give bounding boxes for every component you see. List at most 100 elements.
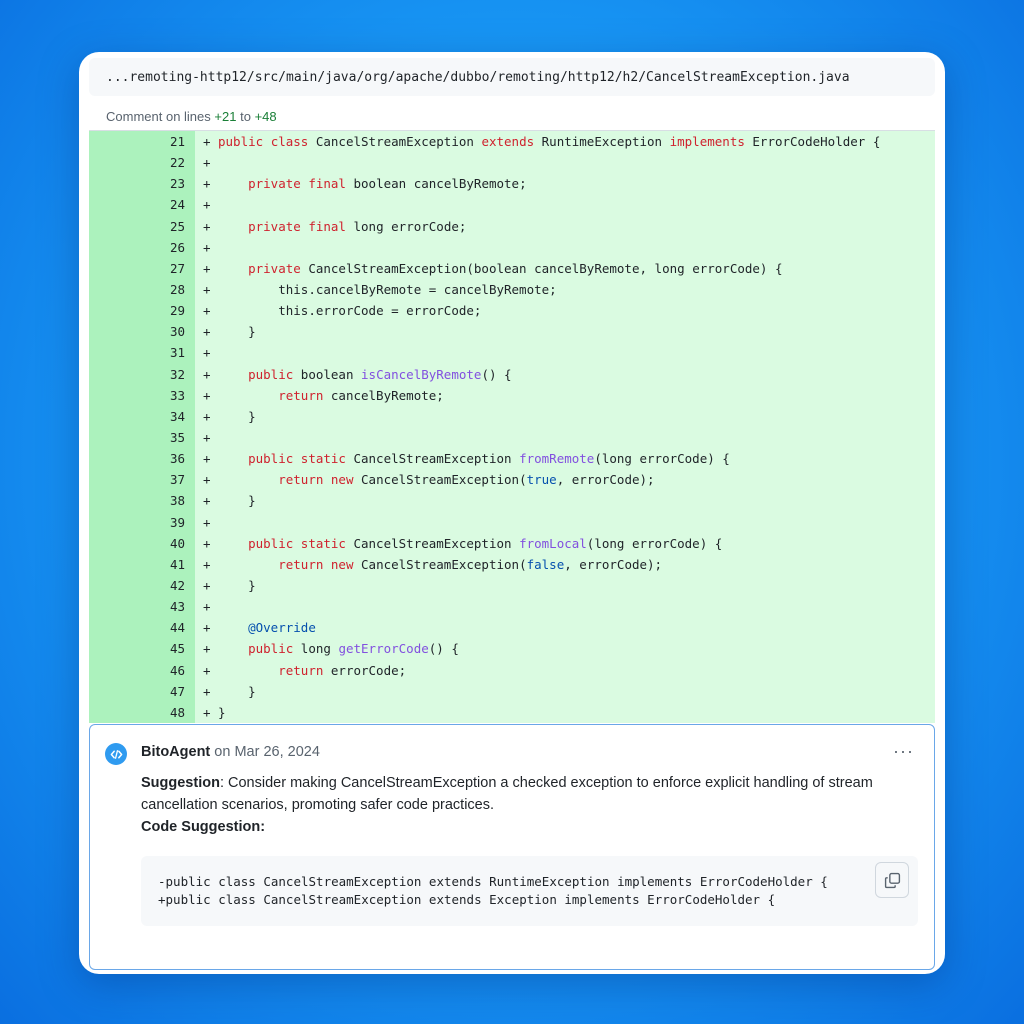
added-marker: +	[203, 134, 211, 150]
comment-range-joiner: to	[240, 108, 251, 124]
review-comment: BitoAgent on Mar 26, 2024 ··· Suggestion…	[89, 724, 935, 970]
diff-line[interactable]: 42 + }	[89, 575, 935, 596]
suggestion-label: Suggestion	[141, 775, 220, 791]
diff-line[interactable]: 25 + private final long errorCode;	[89, 216, 935, 237]
diff-line[interactable]: 44 + @Override	[89, 617, 935, 638]
diff-line[interactable]: 31 +	[89, 342, 935, 363]
line-number[interactable]: 23	[89, 176, 185, 191]
line-number[interactable]: 25	[89, 219, 185, 234]
diff-line[interactable]: 34 + }	[89, 406, 935, 427]
suggestion-text: : Consider making CancelStreamException …	[141, 775, 873, 813]
comment-date[interactable]: Mar 26, 2024	[234, 744, 319, 760]
file-path-header[interactable]: ...remoting-http12/src/main/java/org/apa…	[89, 58, 935, 96]
code-removed-line: -public class CancelStreamException exte…	[158, 874, 828, 889]
comment-range-start: +21	[214, 108, 237, 124]
diff-line[interactable]: 30 + }	[89, 321, 935, 342]
line-number[interactable]: 33	[89, 388, 185, 403]
diff-line[interactable]: 21 + public class CancelStreamException ex…	[89, 131, 935, 152]
line-number[interactable]: 31	[89, 345, 185, 360]
code-text: return new CancelStreamException(false, …	[278, 556, 663, 572]
code-text: private CancelStreamException(boolean ca…	[248, 260, 783, 276]
diff-line[interactable]: 37 + return new CancelStreamException(tru…	[89, 469, 935, 490]
diff-line[interactable]: 45 + public long getErrorCode() {	[89, 638, 935, 659]
line-number[interactable]: 38	[89, 493, 185, 508]
added-marker: +	[203, 683, 211, 699]
copy-button[interactable]	[875, 862, 909, 898]
diff-line[interactable]: 23 + private final boolean cancelByRemote…	[89, 173, 935, 194]
added-marker: +	[203, 176, 211, 192]
line-number[interactable]: 39	[89, 515, 185, 530]
code-suggestion-heading: Code Suggestion:	[141, 816, 921, 838]
line-number[interactable]: 22	[89, 155, 185, 170]
bito-code-icon[interactable]	[105, 743, 127, 765]
line-number[interactable]: 32	[89, 367, 185, 382]
added-marker: +	[203, 387, 211, 403]
line-number[interactable]: 48	[89, 705, 185, 720]
code-text: this.cancelByRemote = cancelByRemote;	[278, 282, 557, 298]
line-number[interactable]: 41	[89, 557, 185, 572]
added-marker: +	[203, 535, 211, 551]
code-text: public long getErrorCode() {	[248, 641, 459, 657]
diff-line[interactable]: 47 + }	[89, 681, 935, 702]
diff-line[interactable]: 43 +	[89, 596, 935, 617]
code-text: public static CancelStreamException from…	[248, 451, 730, 467]
line-number[interactable]: 42	[89, 578, 185, 593]
line-number[interactable]: 43	[89, 599, 185, 614]
copy-icon	[884, 872, 900, 888]
line-number[interactable]: 44	[89, 620, 185, 635]
line-number[interactable]: 21	[89, 134, 185, 149]
line-number[interactable]: 35	[89, 430, 185, 445]
code-text: }	[218, 683, 256, 699]
diff-line[interactable]: 32 + public boolean isCancelByRemote() {	[89, 364, 935, 385]
line-number[interactable]: 40	[89, 536, 185, 551]
line-number[interactable]: 45	[89, 641, 185, 656]
line-number[interactable]: 26	[89, 240, 185, 255]
line-number[interactable]: 36	[89, 451, 185, 466]
code-brackets-icon	[110, 749, 122, 759]
added-marker: +	[203, 556, 211, 572]
diff-line[interactable]: 39 +	[89, 512, 935, 533]
diff-line[interactable]: 48 +}	[89, 702, 935, 723]
line-number[interactable]: 27	[89, 261, 185, 276]
code-text: public boolean isCancelByRemote() {	[248, 366, 512, 382]
more-options-icon[interactable]: ···	[893, 741, 914, 762]
line-number[interactable]: 34	[89, 409, 185, 424]
comment-range-end: +48	[254, 108, 277, 124]
added-marker: +	[203, 430, 211, 446]
code-text: public static CancelStreamException from…	[248, 535, 723, 551]
comment-author[interactable]: BitoAgent	[141, 744, 210, 760]
added-marker: +	[203, 366, 211, 382]
line-number[interactable]: 47	[89, 684, 185, 699]
code-text: }	[218, 408, 256, 424]
line-number[interactable]: 24	[89, 197, 185, 212]
diff-line[interactable]: 27 + private CancelStreamException(boolea…	[89, 258, 935, 279]
diff-line[interactable]: 46 + return errorCode;	[89, 660, 935, 681]
added-marker: +	[203, 662, 211, 678]
diff-line[interactable]: 35 +	[89, 427, 935, 448]
line-number[interactable]: 30	[89, 324, 185, 339]
diff-line[interactable]: 41 + return new CancelStreamException(fal…	[89, 554, 935, 575]
diff-line[interactable]: 40 + public static CancelStreamException …	[89, 533, 935, 554]
code-text: return errorCode;	[278, 662, 407, 678]
diff-line[interactable]: 29 + this.errorCode = errorCode;	[89, 300, 935, 321]
line-number[interactable]: 37	[89, 472, 185, 487]
added-marker: +	[203, 282, 211, 298]
diff-line[interactable]: 28 + this.cancelByRemote = cancelByRemote…	[89, 279, 935, 300]
comment-body: Suggestion: Consider making CancelStream…	[141, 772, 921, 838]
diff-line[interactable]: 33 + return cancelByRemote;	[89, 385, 935, 406]
line-number[interactable]: 28	[89, 282, 185, 297]
diff-line[interactable]: 36 + public static CancelStreamException …	[89, 448, 935, 469]
line-number[interactable]: 29	[89, 303, 185, 318]
diff-line[interactable]: 24 +	[89, 194, 935, 215]
diff-line[interactable]: 26 +	[89, 237, 935, 258]
file-path: ...remoting-http12/src/main/java/org/apa…	[106, 69, 850, 85]
code-text: }	[218, 578, 256, 594]
comment-range: Comment on lines +21 to +48	[106, 104, 277, 128]
diff-view: 21 + public class CancelStreamException ex…	[89, 131, 935, 723]
line-number[interactable]: 46	[89, 663, 185, 678]
added-marker: +	[203, 408, 211, 424]
diff-line[interactable]: 22 +	[89, 152, 935, 173]
code-suggestion-label: Code Suggestion	[141, 819, 261, 835]
diff-line[interactable]: 38 + }	[89, 490, 935, 511]
added-marker: +	[203, 324, 211, 340]
